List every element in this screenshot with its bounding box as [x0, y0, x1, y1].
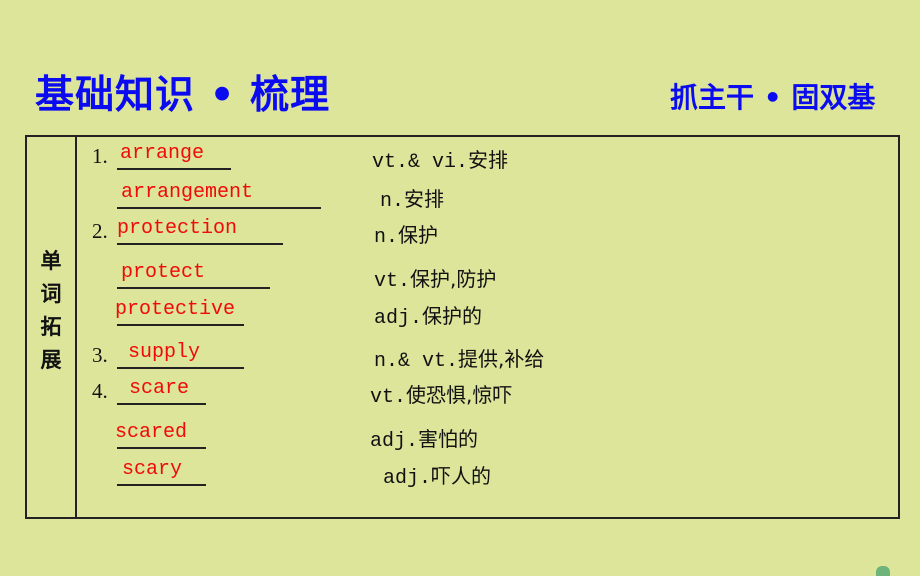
answer-word: protective: [115, 298, 236, 321]
answer-word: supply: [128, 341, 201, 364]
answer-word: arrangement: [121, 181, 254, 204]
part-of-speech: vt.: [374, 270, 411, 293]
answer-word: arrange: [120, 142, 205, 165]
word-meaning: adj.保护的: [374, 300, 482, 330]
part-of-speech: n.: [374, 226, 399, 249]
word-meaning: vt.保护,防护: [374, 263, 496, 293]
side-label-char: 单: [40, 249, 62, 273]
chinese-meaning: 保护,防护: [410, 267, 497, 291]
word-meaning: n.安排: [380, 183, 444, 213]
section-title: 基础知识 • 梳理: [35, 73, 331, 118]
answer-word: protection: [117, 217, 238, 240]
word-meaning: n.保护: [374, 219, 438, 249]
word-meaning: vt.& vi.安排: [372, 144, 508, 174]
answer-word: scared: [115, 421, 188, 444]
answer-word: scare: [129, 377, 190, 400]
chinese-meaning: 吓人的: [431, 464, 492, 488]
answer-word: scary: [122, 458, 183, 481]
part-of-speech: n.: [380, 190, 405, 213]
word-meaning: vt.使恐惧,惊吓: [370, 379, 512, 409]
part-of-speech: adj.: [374, 307, 423, 330]
chinese-meaning: 保护: [398, 223, 439, 247]
part-of-speech: adj.: [370, 430, 419, 453]
part-of-speech: vt.: [370, 386, 407, 409]
word-meaning: adj.吓人的: [383, 460, 491, 490]
side-label: 单 词 拓 展: [27, 245, 75, 377]
chinese-meaning: 使恐惧,惊吓: [406, 383, 513, 407]
item-number: 1.: [92, 144, 108, 168]
item-number: 4.: [92, 379, 108, 403]
side-label-char: 展: [40, 348, 62, 372]
chinese-meaning: 安排: [468, 148, 509, 172]
column-divider: [75, 137, 77, 517]
chinese-meaning: 保护的: [422, 304, 483, 328]
side-label-char: 拓: [40, 315, 62, 339]
section-subtitle: 抓主干 • 固双基: [670, 81, 876, 114]
word-meaning: adj.害怕的: [370, 423, 478, 453]
chinese-meaning: 安排: [404, 187, 445, 211]
item-number: 2.: [92, 219, 108, 243]
word-meaning: n.& vt.提供,补给: [374, 343, 544, 373]
item-number: 3.: [92, 343, 108, 367]
side-label-char: 词: [40, 282, 62, 306]
chinese-meaning: 提供,补给: [458, 347, 545, 371]
part-of-speech: vt.& vi.: [372, 151, 469, 174]
part-of-speech: adj.: [383, 467, 432, 490]
chinese-meaning: 害怕的: [418, 427, 479, 451]
answer-word: protect: [121, 261, 206, 284]
part-of-speech: n.& vt.: [374, 350, 459, 373]
